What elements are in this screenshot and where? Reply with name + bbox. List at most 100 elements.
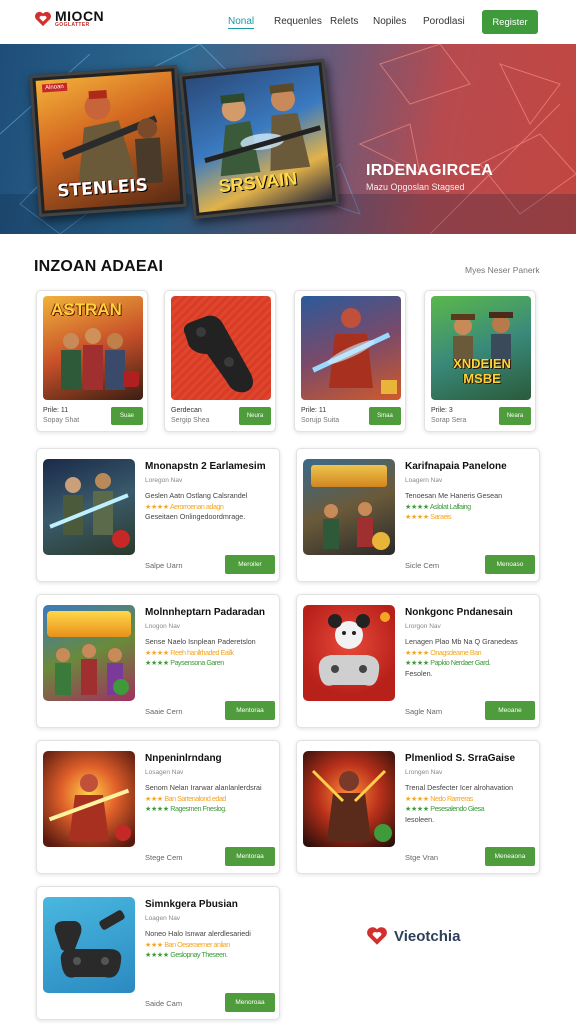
rating-line: ★★★★ Saraeis xyxy=(405,512,452,521)
gamepad-icon xyxy=(54,910,125,978)
card-meta: Prile: 11 xyxy=(43,407,69,414)
game-card-large[interactable]: Nonkgonc Pndanesain Lrorgon Nav Lenagen … xyxy=(296,594,540,728)
game-card-large[interactable]: Karifnapaia Panelone Loagern Nav Tenoesa… xyxy=(296,448,540,582)
card-action-button[interactable]: Menoaso xyxy=(485,555,535,574)
hero-card-1-badge: Alnoan xyxy=(41,82,68,93)
card-submeta: Sopay Shat xyxy=(43,417,80,424)
rating-line: ★★★ Ban Sartenalond edad xyxy=(145,793,226,803)
desc-line: Iesoleen. xyxy=(405,814,435,824)
card-meta: Prile: 11 xyxy=(301,407,327,414)
card-submeta: Sorujp Suita xyxy=(301,417,340,424)
section-title: INZOAN ADAEAI xyxy=(34,258,164,275)
card-action-button[interactable]: Menoroaa xyxy=(225,993,275,1012)
brand-logo[interactable]: Vieotchia xyxy=(366,926,460,946)
thumbnail-title xyxy=(311,465,387,487)
game-thumbnail xyxy=(303,751,395,847)
section-view-more-link[interactable]: Myes Neser Panerk xyxy=(465,265,540,275)
card-footer: Stege Cem xyxy=(145,853,183,862)
game-thumbnail xyxy=(43,605,135,701)
logo[interactable]: MIOCN GOGLATTER xyxy=(34,8,105,28)
game-thumbnail xyxy=(303,605,395,701)
logo-text: MIOCN xyxy=(55,8,105,24)
game-card-small[interactable]: Prile: 11 Sorujp Suita Smaa xyxy=(294,290,406,432)
thumbnail-title: XNDEIEN MSBE xyxy=(453,356,511,386)
card-action-button[interactable]: Meneaona xyxy=(485,847,535,866)
hero-title: IRDENAGIRCEA xyxy=(366,162,494,179)
card-description: Noneo Halo Isnwar alerdlesariedi ★★★ Ban… xyxy=(145,929,277,961)
card-title: Karifnapaia Panelone xyxy=(405,461,507,472)
game-thumbnail xyxy=(171,296,271,400)
game-thumbnail xyxy=(301,296,401,400)
card-category: Lrongen Nav xyxy=(405,769,443,776)
card-submeta: Sorap Sera xyxy=(431,417,467,424)
card-action-button[interactable]: Neara xyxy=(499,407,531,425)
game-card-large[interactable]: Simnkgera Pbusian Loagen Nav Noneo Halo … xyxy=(36,886,280,1020)
armored-warrior-icon xyxy=(311,769,392,842)
game-card-large[interactable]: Plmenliod S. SrraGaise Lrongen Nav Trena… xyxy=(296,740,540,874)
desc-line: Fesolen. xyxy=(405,668,433,678)
rating-line: ★★★★ Papkio Nerdaer Gard. xyxy=(405,658,491,667)
card-action-button[interactable]: Smaa xyxy=(369,407,401,425)
card-description: Geslen Aatn Ostlang Calsrandel ★★★★ Aero… xyxy=(145,491,277,523)
card-description: Lenagen Plao Mb Na Q Granedeas ★★★★ Onag… xyxy=(405,637,537,679)
register-button[interactable]: Register xyxy=(482,10,538,34)
card-category: Lnogon Nav xyxy=(145,623,181,630)
card-title: Simnkgera Pbusian xyxy=(145,899,238,910)
game-card-large[interactable]: Mnonapstn 2 Earlamesim Loregon Nav Gesle… xyxy=(36,448,280,582)
game-thumbnail xyxy=(43,751,135,847)
game-card-large[interactable]: Nnpeninlrndang Losagen Nav Senom Nelan I… xyxy=(36,740,280,874)
warrior-artwork-icon xyxy=(312,308,397,394)
desc-line: Geseitaen Onlingedoordmrage. xyxy=(145,512,246,521)
desc-line: Geslen Aatn Ostlang Calsrandel xyxy=(145,491,248,500)
card-title: Mnonapstn 2 Earlamesim xyxy=(145,461,266,472)
card-action-button[interactable]: Suae xyxy=(111,407,143,425)
card-action-button[interactable]: Meroiler xyxy=(225,555,275,574)
game-card-small[interactable]: ASTRAN Prile: 11 Sopay Shat Suae xyxy=(36,290,148,432)
game-thumbnail: ASTRAN xyxy=(43,296,143,400)
rating-line: ★★★★ Geslopnay Theseen. xyxy=(145,950,228,959)
nav-item-2[interactable]: Requenles xyxy=(274,16,322,27)
card-action-button[interactable]: Neura xyxy=(239,407,271,425)
card-footer: Saide Cam xyxy=(145,999,183,1008)
heart-logo-icon xyxy=(367,927,387,945)
game-card-small[interactable]: Gerdecan Sergip Shea Neura xyxy=(164,290,276,432)
rating-line: ★★★★ Pesesalendo Giesa xyxy=(405,804,485,813)
desc-line: Tenoesan Me Haneris Gesean xyxy=(405,491,503,500)
card-action-button[interactable]: Mentoraa xyxy=(225,701,275,720)
rating-line: ★★★★ Reeh hanllrhaded Eailk xyxy=(145,647,234,657)
game-card-small[interactable]: XNDEIEN MSBE Prile: 3 Sorap Sera Neara xyxy=(424,290,536,432)
card-footer: Stge Vran xyxy=(405,853,439,862)
card-footer: Saaie Cern xyxy=(145,707,183,716)
hero-game-card-2[interactable]: SRSVAIN xyxy=(178,58,340,220)
thumbnail-title xyxy=(47,611,131,637)
card-category: Loregon Nav xyxy=(145,477,183,484)
desc-line: Senom Nelan Irarwar alanlanlerdsrai xyxy=(145,783,262,792)
card-category: Loagern Nav xyxy=(405,477,443,484)
game-thumbnail xyxy=(303,459,395,555)
desc-line: Lenagen Plao Mb Na Q Granedeas xyxy=(405,637,518,646)
card-meta: Gerdecan xyxy=(171,407,202,414)
nav-item-5[interactable]: Porodlasi xyxy=(423,16,465,27)
game-thumbnail xyxy=(43,897,135,993)
rating-line: ★★★★ Paysensona Garen xyxy=(145,658,224,667)
card-title: Nonkgonc Pndanesain xyxy=(405,607,513,618)
card-meta: Prile: 3 xyxy=(431,407,453,414)
nav-item-4[interactable]: Nopiles xyxy=(373,16,406,27)
gamepad-icon xyxy=(183,315,253,393)
soldiers-artwork-icon xyxy=(49,473,130,548)
card-description: Sense Naelo Isnplean Paderetslon ★★★★ Re… xyxy=(145,637,277,669)
hero-banner: STENLEIS Alnoan SRSVAIN IRDENAGIRCEA Maz… xyxy=(0,44,576,234)
snowman-gamepad-icon xyxy=(318,612,390,686)
nav-item-home[interactable]: Nonal xyxy=(228,16,255,29)
game-card-large[interactable]: Molnnheptarn Padaradan Lnogon Nav Sense … xyxy=(36,594,280,728)
card-action-button[interactable]: Meoane xyxy=(485,701,535,720)
card-action-button[interactable]: Mentoraa xyxy=(225,847,275,866)
rating-line: ★★★★ Ragesmen Fneslog. xyxy=(145,804,227,813)
card-title: Molnnheptarn Padaradan xyxy=(145,607,266,618)
card-category: Losagen Nav xyxy=(145,769,184,776)
hero-game-card-1[interactable]: STENLEIS Alnoan xyxy=(29,65,187,217)
card-footer: Salpe Uarn xyxy=(145,561,183,570)
rating-line: ★★★ Ban Oeseraemer anlian xyxy=(145,939,230,949)
nav-item-3[interactable]: Relets xyxy=(330,16,358,27)
card-footer: Sicle Cem xyxy=(405,561,440,570)
